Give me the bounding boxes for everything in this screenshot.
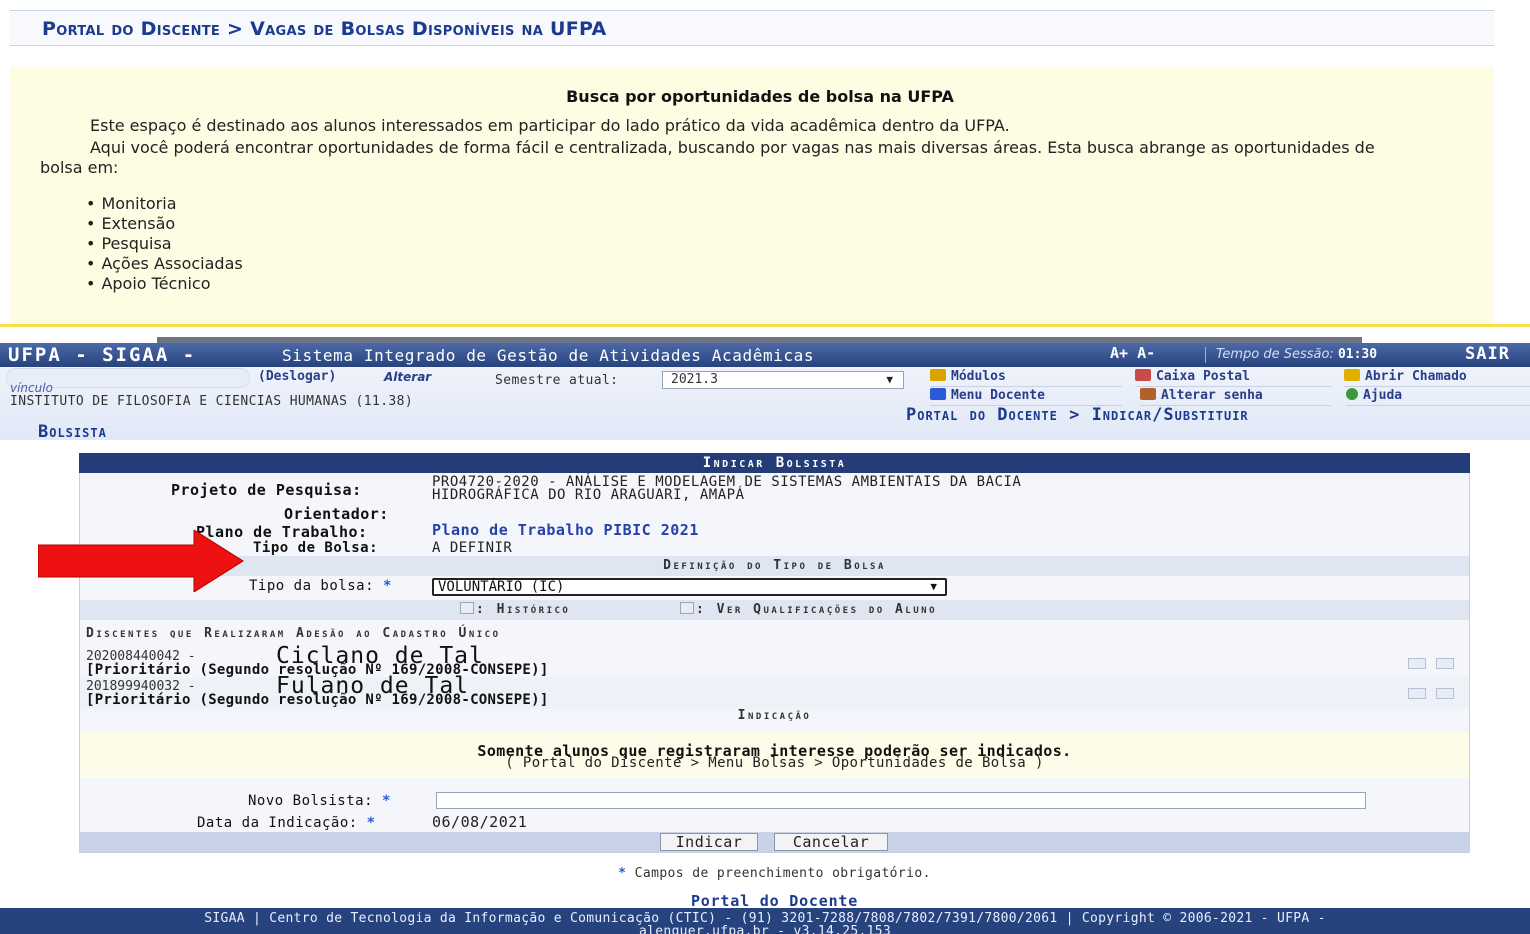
menu-docente-button[interactable]: Menu Docente	[930, 388, 1122, 406]
chevron-down-icon: ▼	[886, 373, 893, 386]
indicacao-header: Indicação	[737, 708, 812, 723]
legend-historico: : Histórico	[460, 602, 570, 617]
footer-line-2: alenquer.ufpa.br - v3.14.25.153	[639, 924, 891, 934]
tipo-bolsa-value: A DEFINIR	[432, 540, 513, 556]
data-indicacao-value: 06/08/2021	[432, 813, 528, 831]
caixa-postal-button[interactable]: Caixa Postal	[1135, 369, 1331, 387]
semestre-select[interactable]: 2021.3 ▼	[662, 371, 904, 389]
student-priority: [Prioritário (Segundo resolução Nº 169/2…	[86, 692, 549, 708]
list-item: Pesquisa	[86, 234, 243, 254]
tipo-bolsa-label: Tipo de Bolsa:	[253, 540, 379, 556]
table-row: 201899940032 - Fulano de Tal [Prioritári…	[80, 673, 1469, 709]
notice-path: ( Portal do Discente > Menu Bolsas > Opo…	[505, 755, 1044, 771]
list-item: Apoio Técnico	[86, 274, 243, 294]
discentes-list-header: Discentes que Realizaram Adesão ao Cadas…	[86, 626, 501, 641]
vinculo-link[interactable]: vínculo	[10, 381, 53, 395]
form-caption: Indicar Bolsista	[79, 453, 1470, 473]
alterar-link[interactable]: Alterar	[384, 370, 431, 384]
qualifications-icon[interactable]	[1436, 688, 1454, 699]
help-icon	[1346, 388, 1358, 400]
modulos-button[interactable]: Módulos	[930, 369, 1122, 387]
font-size-controls[interactable]: A+ A-	[1110, 344, 1155, 362]
novo-bolsista-input[interactable]	[436, 792, 1366, 809]
projeto-label: Projeto de Pesquisa:	[171, 481, 362, 499]
bolsa-types-list: Monitoria Extensão Pesquisa Ações Associ…	[86, 194, 243, 294]
ticket-icon	[1344, 369, 1360, 381]
legend-qualificacoes: : Ver Qualificações do Aluno	[680, 602, 937, 617]
key-icon	[1140, 388, 1156, 400]
deslogar-link[interactable]: (Deslogar)	[258, 369, 336, 384]
definicao-header: Definição do Tipo de Bolsa	[80, 556, 1469, 576]
cancelar-button[interactable]: Cancelar	[774, 833, 888, 851]
novo-bolsista-label: Novo Bolsista: *	[248, 793, 391, 809]
alterar-senha-button[interactable]: Alterar senha	[1140, 388, 1331, 406]
ajuda-button[interactable]: Ajuda	[1346, 388, 1530, 406]
projeto-value-2: HIDROGRÁFICA DO RIO ARAGUARI, AMAPÁ	[432, 487, 745, 503]
history-icon[interactable]	[1408, 688, 1426, 699]
history-icon[interactable]	[1408, 658, 1426, 669]
orientador-label: Orientador:	[284, 505, 389, 523]
red-arrow-icon	[38, 530, 244, 592]
page-breadcrumb: Portal do Docente > Indicar/Substituir	[906, 405, 1249, 425]
abrir-chamado-button[interactable]: Abrir Chamado	[1344, 369, 1530, 387]
indicar-button[interactable]: Indicar	[660, 833, 758, 851]
tipo-da-bolsa-label: Tipo da bolsa: *	[249, 578, 392, 594]
session-timer: Tempo de Sessão: 01:30	[1216, 347, 1378, 362]
list-item: Monitoria	[86, 194, 243, 214]
mailbox-icon	[1135, 369, 1151, 381]
qualifications-icon	[680, 602, 694, 614]
divider	[0, 324, 1530, 327]
institution-name: INSTITUTO DE FILOSOFIA E CIENCIAS HUMANA…	[10, 394, 414, 409]
list-item: Ações Associadas	[86, 254, 242, 274]
history-icon	[460, 602, 474, 614]
session-time: 01:30	[1337, 347, 1378, 362]
footer: SIGAA | Centro de Tecnologia da Informaç…	[0, 908, 1530, 934]
list-item: Extensão	[86, 214, 243, 234]
sigaa-header: UFPA - SIGAA - Sistema Integrado de Gest…	[0, 343, 1530, 367]
data-indicacao-label: Data da Indicação: *	[197, 815, 376, 831]
tipo-bolsa-select[interactable]: VOLUNTÁRIO (IC) ▼	[432, 578, 947, 596]
chevron-down-icon: ▼	[930, 580, 937, 593]
info-paragraph-2-cont: bolsa em:	[40, 158, 119, 177]
info-paragraph-2: Aqui você poderá encontrar oportunidades…	[90, 138, 1375, 157]
info-title: Busca por oportunidades de bolsa na UFPA	[566, 87, 954, 106]
separator	[1205, 347, 1206, 363]
system-name: Sistema Integrado de Gestão de Atividade…	[282, 346, 815, 365]
plano-trabalho-link[interactable]: Plano de Trabalho PIBIC 2021	[432, 523, 699, 538]
breadcrumb: Portal do Discente > Vagas de Bolsas Dis…	[42, 18, 607, 40]
required-fields-note: * Campos de preenchimento obrigatório.	[618, 866, 931, 881]
logout-button[interactable]: SAIR	[1465, 344, 1510, 364]
app-brand: UFPA - SIGAA -	[8, 344, 197, 366]
semestre-label: Semestre atual:	[495, 373, 619, 388]
qualifications-icon[interactable]	[1436, 658, 1454, 669]
info-paragraph-1: Este espaço é destinado aos alunos inter…	[90, 116, 1010, 135]
page-breadcrumb-cont: Bolsista	[38, 422, 107, 442]
modules-icon	[930, 369, 946, 381]
back-arrow-icon	[930, 388, 946, 400]
